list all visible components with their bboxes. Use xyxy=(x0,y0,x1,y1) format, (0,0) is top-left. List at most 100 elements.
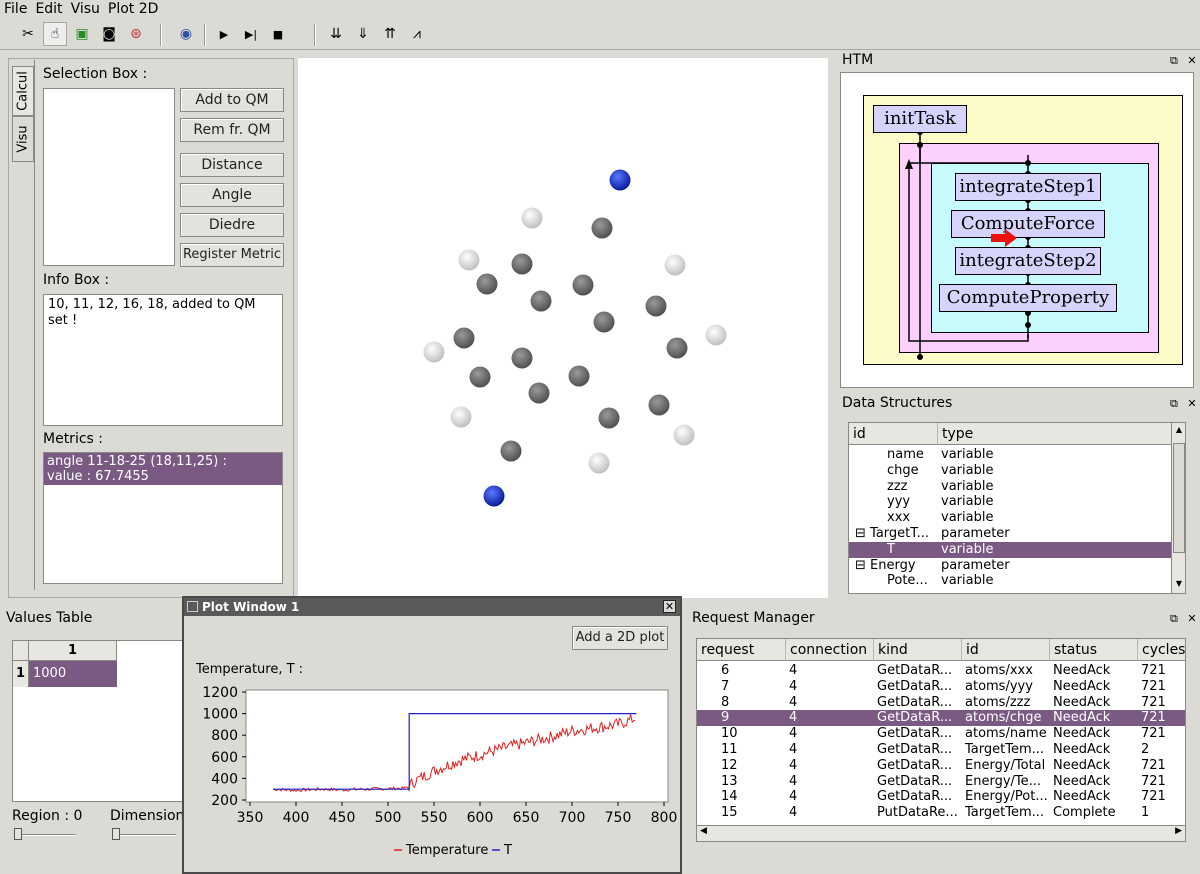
metric-item[interactable]: angle 11-18-25 (18,11,25) : value : 67.7… xyxy=(44,453,282,485)
tree-row[interactable]: Tvariable xyxy=(849,541,1171,558)
carbon-atom[interactable] xyxy=(511,253,533,275)
dimension-slider-handle[interactable] xyxy=(112,828,120,840)
htm-node-compute-property[interactable]: ComputeProperty xyxy=(939,284,1117,312)
carbon-atom[interactable] xyxy=(593,311,615,333)
carbon-atom[interactable] xyxy=(453,327,475,349)
scroll-right-icon[interactable]: ▶ xyxy=(1175,826,1182,836)
request-manager-dock-controls[interactable]: ⧉ ✕ xyxy=(1170,612,1200,626)
htm-dock-controls[interactable]: ⧉ ✕ xyxy=(1170,54,1200,68)
scroll-thumb[interactable] xyxy=(1173,443,1185,553)
col-connection[interactable]: connection xyxy=(785,639,873,661)
distance-button[interactable]: Distance xyxy=(180,153,284,177)
tree-row[interactable]: ⊟ Energy parameter xyxy=(849,558,1171,574)
plot-window-titlebar[interactable]: Plot Window 1 ✕ xyxy=(184,598,680,616)
remove-from-qm-button[interactable]: Rem fr. QM xyxy=(180,118,284,142)
tree-row[interactable]: ⊟ TargetT... parameter xyxy=(849,526,1171,542)
tree-col-id[interactable]: id xyxy=(849,423,937,445)
menu-file[interactable]: File xyxy=(0,0,31,18)
menu-plot2d[interactable]: Plot 2D xyxy=(104,0,163,18)
molecule-3d-view[interactable] xyxy=(298,58,828,598)
carbon-atom[interactable] xyxy=(645,295,667,317)
request-h-scrollbar[interactable]: ◀ ▶ xyxy=(697,825,1185,841)
carbon-atom[interactable] xyxy=(648,394,670,416)
carbon-atom[interactable] xyxy=(568,365,590,387)
request-row[interactable]: 14 4 GetDataR... Energy/Pot... NeedAck 721 xyxy=(697,789,1185,805)
hydrogen-atom[interactable] xyxy=(450,406,472,428)
metrics-list[interactable]: angle 11-18-25 (18,11,25) : value : 67.7… xyxy=(43,452,283,584)
carbon-atom[interactable] xyxy=(476,273,498,295)
carbon-atom[interactable] xyxy=(666,337,688,359)
hydrogen-atom[interactable] xyxy=(521,207,543,229)
plot-window[interactable]: Plot Window 1 ✕ Add a 2D plot Temperatur… xyxy=(182,596,682,874)
step-play-icon[interactable]: ▶| xyxy=(239,22,263,46)
hydrogen-atom[interactable] xyxy=(423,341,445,363)
scissors-icon[interactable]: ✂ xyxy=(16,22,40,46)
down-arrows-double-icon[interactable]: ⇓ xyxy=(351,22,375,46)
table-col-header[interactable]: 1 xyxy=(29,641,117,661)
hydrogen-atom[interactable] xyxy=(673,424,695,446)
add-to-qm-button[interactable]: Add to QM xyxy=(180,88,284,112)
tree-row[interactable]: Pote... variable xyxy=(849,573,1171,589)
scroll-up-icon[interactable]: ▲ xyxy=(1173,425,1185,439)
scroll-down-icon[interactable]: ▼ xyxy=(1173,579,1185,593)
col-cycles[interactable]: cycles xyxy=(1137,639,1185,661)
htm-node-compute-force[interactable]: ComputeForce xyxy=(951,210,1105,238)
request-row[interactable]: 13 4 GetDataR... Energy/Te... NeedAck 721 xyxy=(697,774,1185,790)
tree-row[interactable]: name variable xyxy=(849,447,1171,463)
tree-col-type[interactable]: type xyxy=(937,423,1171,445)
tree-row[interactable]: zzz variable xyxy=(849,479,1171,495)
carbon-atom[interactable] xyxy=(598,407,620,429)
register-metric-button[interactable]: Register Metric xyxy=(180,243,284,267)
scroll-left-icon[interactable]: ◀ xyxy=(700,826,707,836)
menu-edit[interactable]: Edit xyxy=(31,0,66,18)
table-cell-value[interactable]: 1000 xyxy=(29,661,117,687)
request-row[interactable]: 9 4 GetDataR... atoms/chge NeedAck 721 xyxy=(697,710,1185,727)
close-icon[interactable]: ✕ xyxy=(663,600,676,613)
htm-node-init-task[interactable]: initTask xyxy=(873,105,967,133)
selection-box[interactable] xyxy=(43,88,175,266)
col-request[interactable]: request xyxy=(697,639,785,661)
htm-node-integrate-step1[interactable]: integrateStep1 xyxy=(955,173,1101,201)
request-row[interactable]: 10 4 GetDataR... atoms/name NeedAck 721 xyxy=(697,726,1185,742)
region-slider[interactable] xyxy=(14,834,76,836)
request-row[interactable]: 8 4 GetDataR... atoms/zzz NeedAck 721 xyxy=(697,695,1185,711)
htm-node-integrate-step2[interactable]: integrateStep2 xyxy=(955,247,1101,275)
hydrogen-atom[interactable] xyxy=(664,254,686,276)
carbon-atom[interactable] xyxy=(591,217,613,239)
col-id[interactable]: id xyxy=(961,639,1049,661)
nitrogen-atom[interactable] xyxy=(609,169,631,191)
col-kind[interactable]: kind xyxy=(873,639,961,661)
down-arrows-icon[interactable]: ⇊ xyxy=(324,22,348,46)
carbon-atom[interactable] xyxy=(530,290,552,312)
eye-icon[interactable]: ◉ xyxy=(174,22,198,46)
request-table[interactable]: request connection kind id status cycles… xyxy=(696,638,1186,842)
dimension-slider[interactable] xyxy=(112,834,176,836)
values-table[interactable]: 1 1 1000 xyxy=(12,640,184,802)
camera-icon[interactable]: ◙ xyxy=(97,22,121,46)
tree-row[interactable]: yyy variable xyxy=(849,494,1171,510)
film-icon[interactable]: ▣ xyxy=(70,22,94,46)
hand-pointer-icon[interactable]: ☝ xyxy=(43,22,67,46)
request-row[interactable]: 6 4 GetDataR... atoms/xxx NeedAck 721 xyxy=(697,663,1185,679)
data-structures-dock-controls[interactable]: ⧉ ✕ xyxy=(1170,397,1200,411)
data-structures-tree[interactable]: id type name variable chge variable zzz varia… xyxy=(848,422,1186,594)
menu-visu[interactable]: Visu xyxy=(67,0,104,18)
tab-calcul[interactable]: Calcul xyxy=(12,66,34,116)
region-slider-handle[interactable] xyxy=(14,828,22,840)
carbon-atom[interactable] xyxy=(511,347,533,369)
tree-scrollbar[interactable]: ▲ ▼ xyxy=(1171,423,1185,593)
play-icon[interactable]: ▶ xyxy=(212,22,236,46)
add-2d-plot-button[interactable]: Add a 2D plot xyxy=(572,626,668,650)
table-row-header[interactable]: 1 xyxy=(13,661,29,687)
nitrogen-atom[interactable] xyxy=(483,485,505,507)
hydrogen-atom[interactable] xyxy=(458,249,480,271)
stop-icon[interactable]: ■ xyxy=(266,22,290,46)
hydrogen-atom[interactable] xyxy=(588,452,610,474)
diedre-button[interactable]: Diedre xyxy=(180,213,284,237)
carbon-atom[interactable] xyxy=(528,382,550,404)
request-row[interactable]: 7 4 GetDataR... atoms/yyy NeedAck 721 xyxy=(697,679,1185,695)
tree-row[interactable]: chge variable xyxy=(849,463,1171,479)
request-row[interactable]: 12 4 GetDataR... Energy/Total NeedAck 721 xyxy=(697,758,1185,774)
carbon-atom[interactable] xyxy=(572,274,594,296)
col-status[interactable]: status xyxy=(1049,639,1137,661)
